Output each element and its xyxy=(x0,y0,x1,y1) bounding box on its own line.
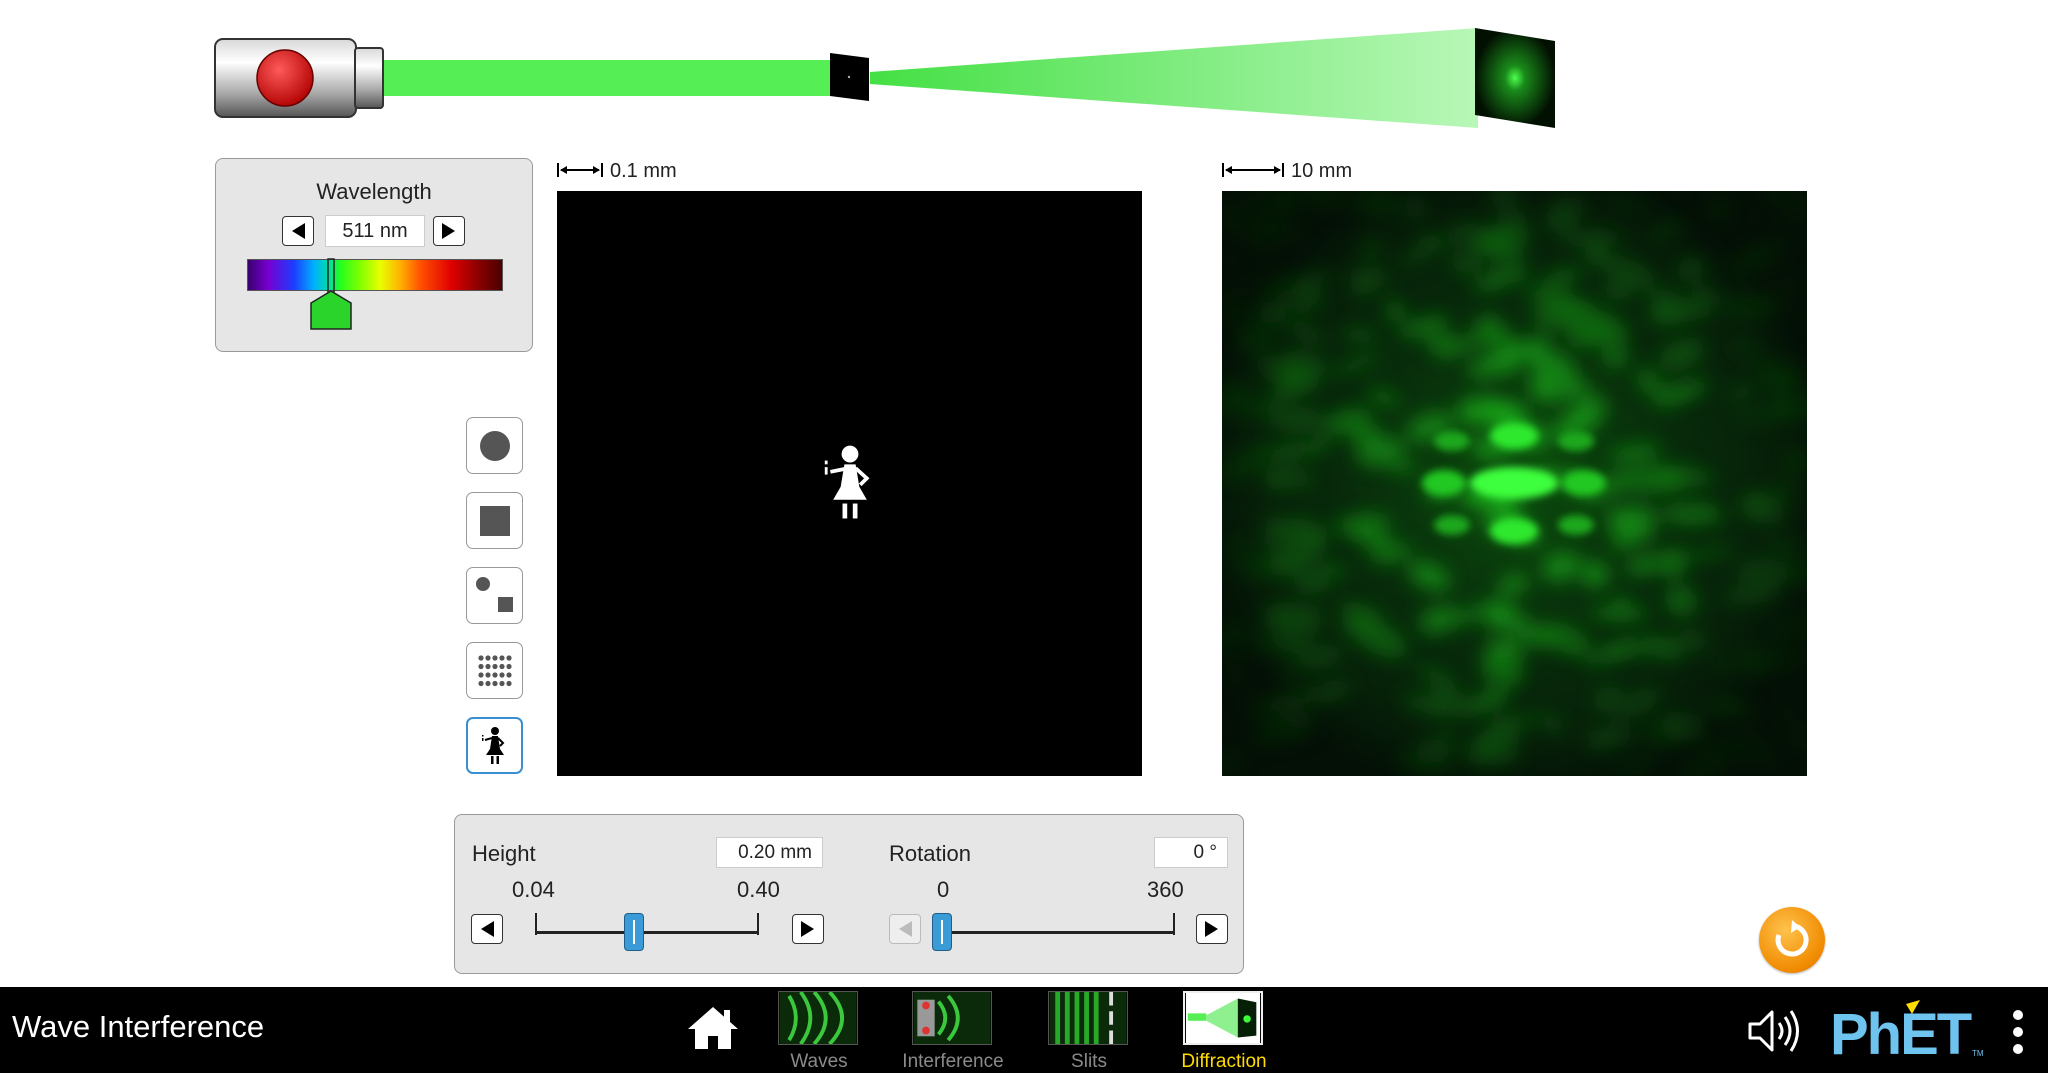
rotation-slider-track[interactable] xyxy=(942,931,1175,934)
aperture-scale-bar: 0.1 mm xyxy=(557,157,717,183)
projection-screen-icon xyxy=(1475,28,1555,128)
scale-arrow-icon xyxy=(557,163,603,177)
lattice-aperture-button[interactable] xyxy=(466,642,523,699)
aperture-view xyxy=(557,191,1142,776)
aperture-controls-panel: Height 0.20 mm 0.04 0.40 Rotation 0 ° 0 … xyxy=(454,814,1244,974)
navigation-bar: Wave Interference Waves Interference Sli… xyxy=(0,987,2048,1073)
left-arrow-icon xyxy=(899,921,912,937)
tab-diffraction[interactable]: Diffraction xyxy=(1181,989,1267,1072)
right-arrow-icon xyxy=(1205,921,1218,937)
diffracted-beam xyxy=(870,28,1478,128)
pattern-scale-bar: 10 mm xyxy=(1222,157,1382,183)
laser-beam xyxy=(384,60,830,96)
left-arrow-icon xyxy=(292,223,305,239)
tab-label: Interference xyxy=(902,1051,1004,1072)
home-icon[interactable] xyxy=(686,1005,740,1051)
height-label: Height xyxy=(472,841,536,866)
wavelength-panel: Wavelength 511 nm xyxy=(215,158,533,352)
wavelength-decrease-button[interactable] xyxy=(282,216,314,246)
wavelength-slider-thumb[interactable] xyxy=(309,257,353,331)
wave-ingenue-icon xyxy=(481,726,504,764)
laser-power-button[interactable] xyxy=(256,49,314,107)
waves-thumbnail-icon xyxy=(778,991,858,1045)
wavelength-value: 511 nm xyxy=(325,215,425,247)
circle-aperture-button[interactable] xyxy=(466,417,523,474)
rotation-value: 0 ° xyxy=(1154,837,1228,868)
interference-thumbnail-icon xyxy=(912,991,992,1045)
rotation-increase-button[interactable] xyxy=(1196,914,1228,944)
height-max-label: 0.40 xyxy=(737,877,780,902)
height-increase-button[interactable] xyxy=(792,914,824,944)
svg-text:PhET: PhET xyxy=(1830,1002,1972,1062)
tab-interference[interactable]: Interference xyxy=(902,989,1004,1072)
rotation-max-label: 360 xyxy=(1147,877,1184,902)
slits-thumbnail-icon xyxy=(1048,991,1128,1045)
height-max-tick xyxy=(757,913,759,935)
rotation-decrease-button[interactable] xyxy=(889,914,921,944)
aperture-plate-icon xyxy=(830,53,869,101)
height-decrease-button[interactable] xyxy=(471,914,503,944)
tab-waves[interactable]: Waves xyxy=(778,989,860,1072)
app-title: Wave Interference xyxy=(12,1009,265,1044)
rotation-label: Rotation xyxy=(889,841,971,866)
wavelength-title: Wavelength xyxy=(316,179,432,204)
rotation-min-label: 0 xyxy=(937,877,950,902)
square-aperture-button[interactable] xyxy=(466,492,523,549)
tab-label: Slits xyxy=(1071,1051,1107,1072)
reset-icon xyxy=(1775,920,1809,957)
height-min-label: 0.04 xyxy=(512,877,555,902)
diffraction-thumbnail-icon xyxy=(1183,991,1263,1045)
rotation-max-tick xyxy=(1173,913,1175,935)
height-slider-track[interactable] xyxy=(535,931,759,934)
pattern-scale-label: 10 mm xyxy=(1291,160,1353,182)
wave-ingenue-aperture-shape xyxy=(824,445,870,519)
scale-arrow-icon xyxy=(1222,163,1284,177)
circle-icon xyxy=(479,430,510,461)
phet-logo[interactable]: PhET TM xyxy=(1828,1000,1988,1062)
wave-ingenue-aperture-button[interactable] xyxy=(466,717,523,774)
tab-label: Diffraction xyxy=(1181,1051,1267,1072)
right-arrow-icon xyxy=(442,223,455,239)
diffraction-pattern xyxy=(1222,191,1807,776)
aperture-scale-label: 0.1 mm xyxy=(610,160,677,182)
diffraction-pattern-view xyxy=(1222,191,1807,776)
sound-icon[interactable] xyxy=(1746,1008,1804,1054)
laser-emitter xyxy=(214,38,384,118)
rotation-slider-thumb[interactable] xyxy=(932,913,952,951)
right-arrow-icon xyxy=(801,921,814,937)
circle-and-square-icon xyxy=(475,576,513,612)
wavelength-spectrum-slider[interactable] xyxy=(247,259,503,291)
height-value: 0.20 mm xyxy=(716,837,823,868)
svg-text:TM: TM xyxy=(1972,1049,1984,1058)
left-arrow-icon xyxy=(481,921,494,937)
reset-all-button[interactable] xyxy=(1759,907,1825,973)
gaussian-aperture-button[interactable] xyxy=(466,567,523,624)
menu-icon[interactable] xyxy=(2006,1007,2030,1057)
tab-slits[interactable]: Slits xyxy=(1048,989,1130,1072)
height-slider-thumb[interactable] xyxy=(624,913,645,951)
dot-grid-icon xyxy=(477,654,512,686)
tab-label: Waves xyxy=(790,1051,848,1072)
square-icon xyxy=(479,505,510,536)
wavelength-increase-button[interactable] xyxy=(433,216,465,246)
